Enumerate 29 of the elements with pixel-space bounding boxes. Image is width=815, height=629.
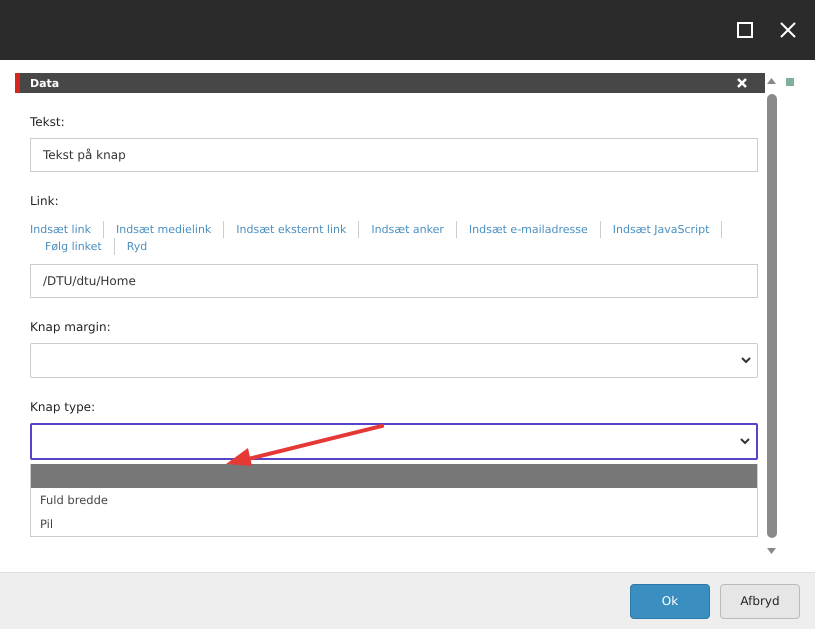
link[interactable]: Indsæt e-mailadresse <box>456 221 601 238</box>
close-icon[interactable] <box>737 78 747 88</box>
chevron-icon <box>740 438 750 445</box>
dropdown-option[interactable]: Fuld bredde <box>31 488 757 512</box>
link[interactable]: Følg linket <box>33 238 115 255</box>
maximize-icon[interactable] <box>737 22 753 38</box>
dropdown-option[interactable]: Pil <box>31 512 757 536</box>
dialog-button[interactable]: Afbryd <box>720 584 800 618</box>
dropdown[interactable] <box>30 423 758 460</box>
field-label: Knap margin: <box>30 320 112 334</box>
link[interactable]: Indsæt medielink <box>104 221 224 238</box>
close-icon[interactable] <box>779 21 797 39</box>
field-label: Link: <box>30 194 60 208</box>
link[interactable]: Indsæt eksternt link <box>224 221 360 238</box>
link[interactable]: Indsæt link <box>18 221 104 238</box>
link[interactable]: Ryd <box>114 238 160 255</box>
link[interactable]: Indsæt JavaScript <box>600 221 722 238</box>
status-square-icon <box>786 78 794 86</box>
field-label: Tekst: <box>30 115 66 129</box>
dialog-button[interactable]: Ok <box>630 584 710 618</box>
scroll-down-icon[interactable] <box>767 548 776 554</box>
panel-title: Data <box>30 76 60 90</box>
input-field[interactable]: /DTU/dtu/Home <box>30 264 758 298</box>
link[interactable]: Indsæt anker <box>359 221 457 238</box>
scrollbar-thumb[interactable] <box>766 94 776 538</box>
field-label: Knap type: <box>30 400 96 414</box>
input-field[interactable]: Tekst på knap <box>30 138 758 172</box>
chevron-icon <box>741 357 751 364</box>
scroll-up-icon[interactable] <box>767 78 776 84</box>
